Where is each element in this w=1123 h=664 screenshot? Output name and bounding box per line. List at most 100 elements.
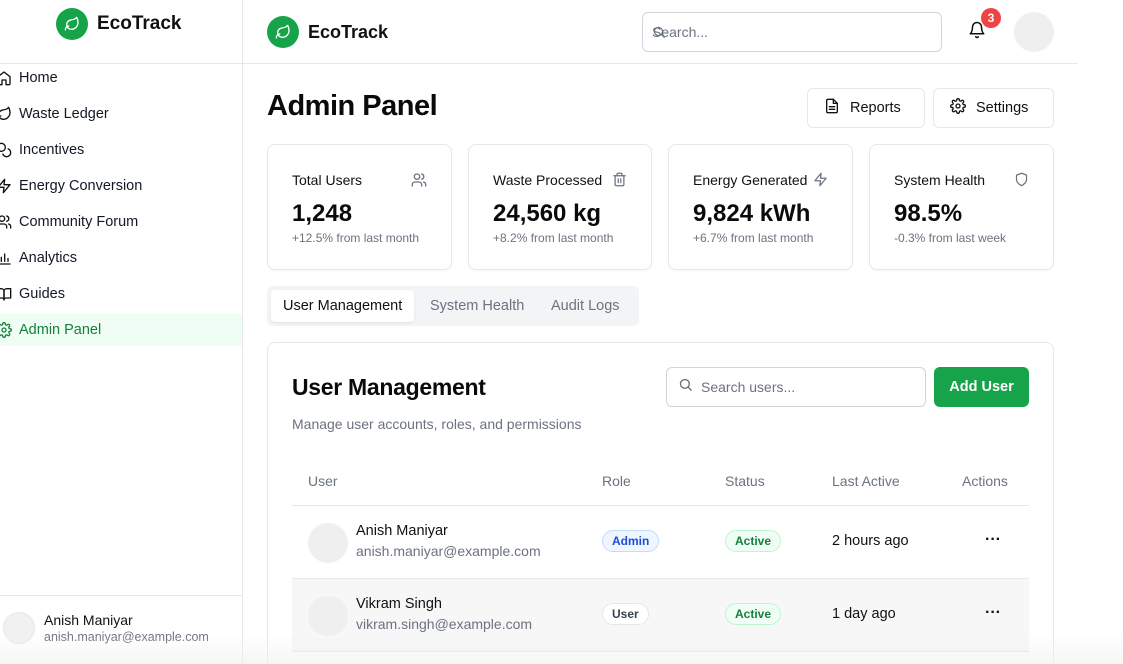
home-icon [0,70,12,86]
stat-card-system-health: System Health 98.5% -0.3% from last week [869,144,1054,270]
sidebar-user-profile[interactable]: Anish Maniyar anish.maniyar@example.com [3,612,209,644]
role-badge: User [602,603,649,625]
tab-audit-logs[interactable]: Audit Logs [551,290,620,322]
user-search-input[interactable] [701,379,925,395]
gear-icon [0,322,12,338]
stat-title: Waste Processed [493,172,603,188]
bar-chart-icon [0,250,12,266]
avatar[interactable] [1014,12,1054,52]
role-badge: Admin [602,530,660,552]
book-icon [0,286,12,302]
stat-title: System Health [894,172,986,188]
sidebar-brand[interactable]: EcoTrack [56,8,182,40]
sidebar-item-label: Community Forum [19,214,139,230]
sidebar-item-incentives[interactable]: Incentives [0,134,242,166]
user-email: anish.maniyar@example.com [356,543,541,559]
sidebar-item-admin-panel[interactable]: Admin Panel [0,314,242,346]
table-row: Vikram Singh vikram.singh@example.com Us… [292,579,1029,651]
stat-value: 24,560 kg [493,200,602,227]
sidebar-item-analytics[interactable]: Analytics [0,242,242,274]
sidebar-item-community-forum[interactable]: Community Forum [0,206,242,238]
settings-button-label: Settings [976,100,1029,116]
sidebar-item-label: Waste Ledger [19,106,109,122]
header-brand[interactable]: EcoTrack [267,16,388,48]
user-search[interactable] [666,367,926,407]
gear-icon [950,98,966,118]
column-header-last-active: Last Active [832,473,900,489]
zap-icon [0,178,12,194]
settings-button[interactable]: Settings [933,88,1054,128]
panel-title: User Management [292,374,486,400]
sidebar-item-waste-ledger[interactable]: Waste Ledger [0,98,242,130]
sidebar-item-label: Incentives [19,142,85,158]
status-badge: Active [725,603,782,625]
leaf-logo-icon [267,16,299,48]
last-active: 1 day ago [832,606,896,622]
bell-icon [968,21,986,44]
more-actions-icon[interactable]: ··· [982,601,1004,625]
divider [292,651,1029,652]
last-active: 2 hours ago [832,533,909,549]
global-search[interactable] [642,12,942,52]
brand-name: EcoTrack [308,21,389,42]
avatar [3,612,35,644]
reports-button-label: Reports [850,100,901,116]
sidebar-item-label: Home [19,70,58,86]
search-icon [652,25,666,44]
sidebar-item-energy-conversion[interactable]: Energy Conversion [0,170,242,202]
trash-icon [612,172,628,188]
user-email: anish.maniyar@example.com [44,630,209,644]
user-management-panel: User Management Manage user accounts, ro… [267,342,1054,664]
stat-change: -0.3% from last week [894,231,1007,245]
leaf-icon [0,106,12,122]
search-icon [678,377,693,397]
brand-name: EcoTrack [97,13,182,34]
avatar [308,523,348,563]
stat-change: +8.2% from last month [493,231,614,245]
users-icon [0,214,12,230]
users-icon [411,172,427,188]
user-name: Vikram Singh [356,596,442,612]
column-header-actions: Actions [962,473,1008,489]
sidebar-item-label: Admin Panel [19,322,102,338]
search-input[interactable] [652,24,941,40]
table-row: Anish Maniyar anish.maniyar@example.com … [292,506,1029,578]
leaf-logo-icon [56,8,88,40]
column-header-role: Role [602,473,631,489]
stat-change: +6.7% from last month [693,231,814,245]
coins-icon [0,142,12,158]
tab-user-management[interactable]: User Management [271,290,415,322]
shield-icon [1014,172,1030,188]
panel-description: Manage user accounts, roles, and permiss… [292,416,582,432]
user-name: Anish Maniyar [44,612,133,628]
stat-change: +12.5% from last month [292,231,420,245]
zap-icon [813,172,829,188]
sidebar-nav: Home Waste Ledger Incentives Energy Conv… [0,62,242,350]
stat-value: 98.5% [894,200,963,227]
more-actions-icon[interactable]: ··· [982,528,1004,552]
tab-system-health[interactable]: System Health [430,290,524,322]
sidebar-item-guides[interactable]: Guides [0,278,242,310]
page-title: Admin Panel [267,90,438,122]
stat-card-energy-generated: Energy Generated 9,824 kWh +6.7% from la… [668,144,853,270]
sidebar-item-home[interactable]: Home [0,62,242,94]
column-header-user: User [308,473,338,489]
reports-button[interactable]: Reports [807,88,925,128]
column-header-status: Status [725,473,765,489]
stat-value: 1,248 [292,200,353,227]
stat-card-total-users: Total Users 1,248 +12.5% from last month [267,144,452,270]
sidebar: EcoTrack Home Waste Ledger Incentives En… [0,0,243,664]
sidebar-item-label: Analytics [19,250,78,266]
avatar [308,596,348,636]
divider [0,595,243,596]
sidebar-item-label: Energy Conversion [19,178,143,194]
stat-card-waste-processed: Waste Processed 24,560 kg +8.2% from las… [468,144,652,270]
tab-list: User Management System Health Audit Logs [267,286,639,326]
file-text-icon [824,98,840,118]
add-user-button[interactable]: Add User [934,367,1029,407]
notification-count-badge: 3 [981,8,1001,28]
top-header: EcoTrack 3 [243,0,1078,64]
user-email: vikram.singh@example.com [356,616,533,632]
stat-title: Energy Generated [693,172,808,188]
user-name: Anish Maniyar [356,523,448,539]
